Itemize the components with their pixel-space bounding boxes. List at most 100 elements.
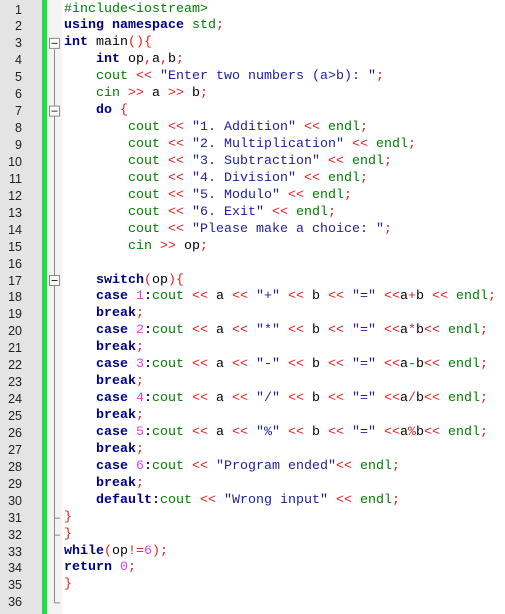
- code-line[interactable]: 28 case 6:cout << "Program ended"<< endl…: [0, 459, 505, 476]
- token-id: [184, 18, 192, 33]
- code-line[interactable]: 36: [0, 594, 505, 611]
- code-text: return 0;: [64, 560, 136, 577]
- code-text: }: [64, 577, 72, 594]
- token-std: endl: [375, 137, 408, 152]
- code-line[interactable]: 4 int op,a,b;: [0, 52, 505, 69]
- token-id: [296, 171, 304, 186]
- token-id: [376, 323, 384, 338]
- token-id: [64, 103, 96, 118]
- token-std: std: [191, 18, 216, 34]
- code-text: do {: [64, 103, 128, 120]
- token-id: [112, 103, 120, 118]
- token-op: <<: [384, 357, 400, 373]
- token-kw: :: [144, 357, 152, 373]
- token-str: "-": [256, 357, 280, 373]
- code-line[interactable]: 24 case 4:cout << a << "/" << b << "=" <…: [0, 391, 505, 408]
- token-op: <<: [192, 424, 208, 440]
- code-text: int op,a,b;: [64, 52, 184, 69]
- token-op: <<: [287, 187, 304, 203]
- token-id: [128, 459, 136, 474]
- token-id: [440, 391, 448, 406]
- code-line[interactable]: 13 cout << "6. Exit" << endl;: [0, 205, 505, 222]
- code-line[interactable]: 7 do {: [0, 103, 505, 120]
- code-line[interactable]: 8 cout << "1. Addition" << endl;: [0, 120, 505, 137]
- token-op: <<: [328, 424, 344, 440]
- code-line[interactable]: 17 switch(op){: [0, 273, 505, 290]
- line-number: 29: [8, 476, 22, 491]
- code-line[interactable]: 23 break;: [0, 374, 505, 391]
- token-id: [184, 154, 192, 169]
- code-line[interactable]: 19 break;: [0, 306, 505, 323]
- token-op: (: [144, 272, 152, 288]
- line-number: 11: [9, 171, 22, 186]
- code-line[interactable]: 32}: [0, 527, 505, 544]
- token-id: a: [400, 424, 408, 440]
- line-number: 35: [8, 578, 22, 593]
- line-number: 14: [8, 222, 22, 237]
- line-number: 30: [8, 493, 22, 508]
- token-op: ;: [480, 357, 488, 373]
- token-op: <<: [384, 391, 400, 407]
- code-text: while(op!=6);: [64, 544, 168, 561]
- code-line[interactable]: 15 cin >> op;: [0, 239, 505, 256]
- token-kw: :: [144, 289, 152, 305]
- token-id: b: [416, 357, 424, 373]
- code-line[interactable]: 3 int main(){: [0, 35, 505, 52]
- token-id: a: [152, 52, 160, 68]
- token-id: [328, 493, 336, 508]
- token-str: "+": [256, 289, 280, 305]
- token-str: "%": [256, 424, 280, 440]
- code-line[interactable]: 34 return 0;: [0, 560, 505, 577]
- code-line[interactable]: 27 break;: [0, 442, 505, 459]
- token-op: /: [408, 391, 416, 407]
- token-id: [64, 137, 128, 152]
- code-line[interactable]: 18 case 1:cout << a << "+" << b << "=" <…: [0, 289, 505, 306]
- code-line[interactable]: 26 case 5:cout << a << "%" << b << "=" <…: [0, 425, 505, 442]
- code-line[interactable]: 10 cout << "3. Subtraction" << endl;: [0, 154, 505, 171]
- code-line[interactable]: 29 break;: [0, 476, 505, 493]
- token-std: endl: [351, 153, 384, 169]
- code-text: break;: [64, 476, 144, 493]
- token-op: <<: [288, 424, 304, 440]
- code-line[interactable]: 5 cout << "Enter two numbers (a>b): ";: [0, 69, 505, 86]
- token-str: "6. Exit": [192, 204, 264, 220]
- token-op: <<: [168, 187, 184, 203]
- code-line[interactable]: 16: [0, 256, 505, 273]
- token-id: [184, 357, 192, 372]
- token-id: [64, 323, 96, 338]
- code-line[interactable]: 22 case 3:cout << a << "-" << b << "=" <…: [0, 357, 505, 374]
- token-id: [64, 493, 96, 508]
- token-id: [344, 357, 352, 372]
- token-op: <<: [424, 357, 440, 373]
- token-kw: break: [96, 374, 136, 390]
- token-id: [64, 442, 96, 457]
- code-line[interactable]: 12 cout << "5. Modulo" << endl;: [0, 188, 505, 205]
- token-id: [448, 289, 456, 304]
- code-line[interactable]: 14 cout << "Please make a choice: ";: [0, 222, 505, 239]
- token-op: ;: [480, 424, 488, 440]
- code-line[interactable]: 2 using namespace std;: [0, 18, 505, 35]
- token-num: 6: [136, 458, 144, 474]
- code-line[interactable]: 21 break;: [0, 340, 505, 357]
- token-kw: int: [64, 35, 88, 51]
- code-text: break;: [64, 340, 144, 357]
- code-line[interactable]: 30 default:cout << "Wrong input" << endl…: [0, 493, 505, 510]
- token-op: >>: [128, 86, 144, 102]
- token-op: <<: [232, 289, 248, 305]
- code-line[interactable]: 1 #include<iostream>: [0, 2, 505, 19]
- code-line[interactable]: 11 cout << "4. Division" << endl;: [0, 171, 505, 188]
- code-line[interactable]: 6 cin >> a >> b;: [0, 86, 505, 103]
- token-op: !=: [128, 543, 144, 559]
- code-editor[interactable]: 1 #include<iostream> 2 using namespace std;…: [0, 2, 505, 612]
- code-line[interactable]: 31}: [0, 510, 505, 527]
- code-line[interactable]: 25 break;: [0, 408, 505, 425]
- code-line[interactable]: 33 while(op!=6);: [0, 544, 505, 561]
- code-line[interactable]: 20 case 2:cout << a << "*" << b << "=" <…: [0, 323, 505, 340]
- code-line[interactable]: 9 cout << "2. Multiplication" << endl;: [0, 137, 505, 154]
- code-text: cout << "3. Subtraction" << endl;: [64, 154, 392, 171]
- token-id: [352, 493, 360, 508]
- token-std: endl: [456, 289, 488, 305]
- code-line[interactable]: 35}: [0, 577, 505, 594]
- token-kw: :: [144, 323, 152, 339]
- token-id: [64, 425, 96, 440]
